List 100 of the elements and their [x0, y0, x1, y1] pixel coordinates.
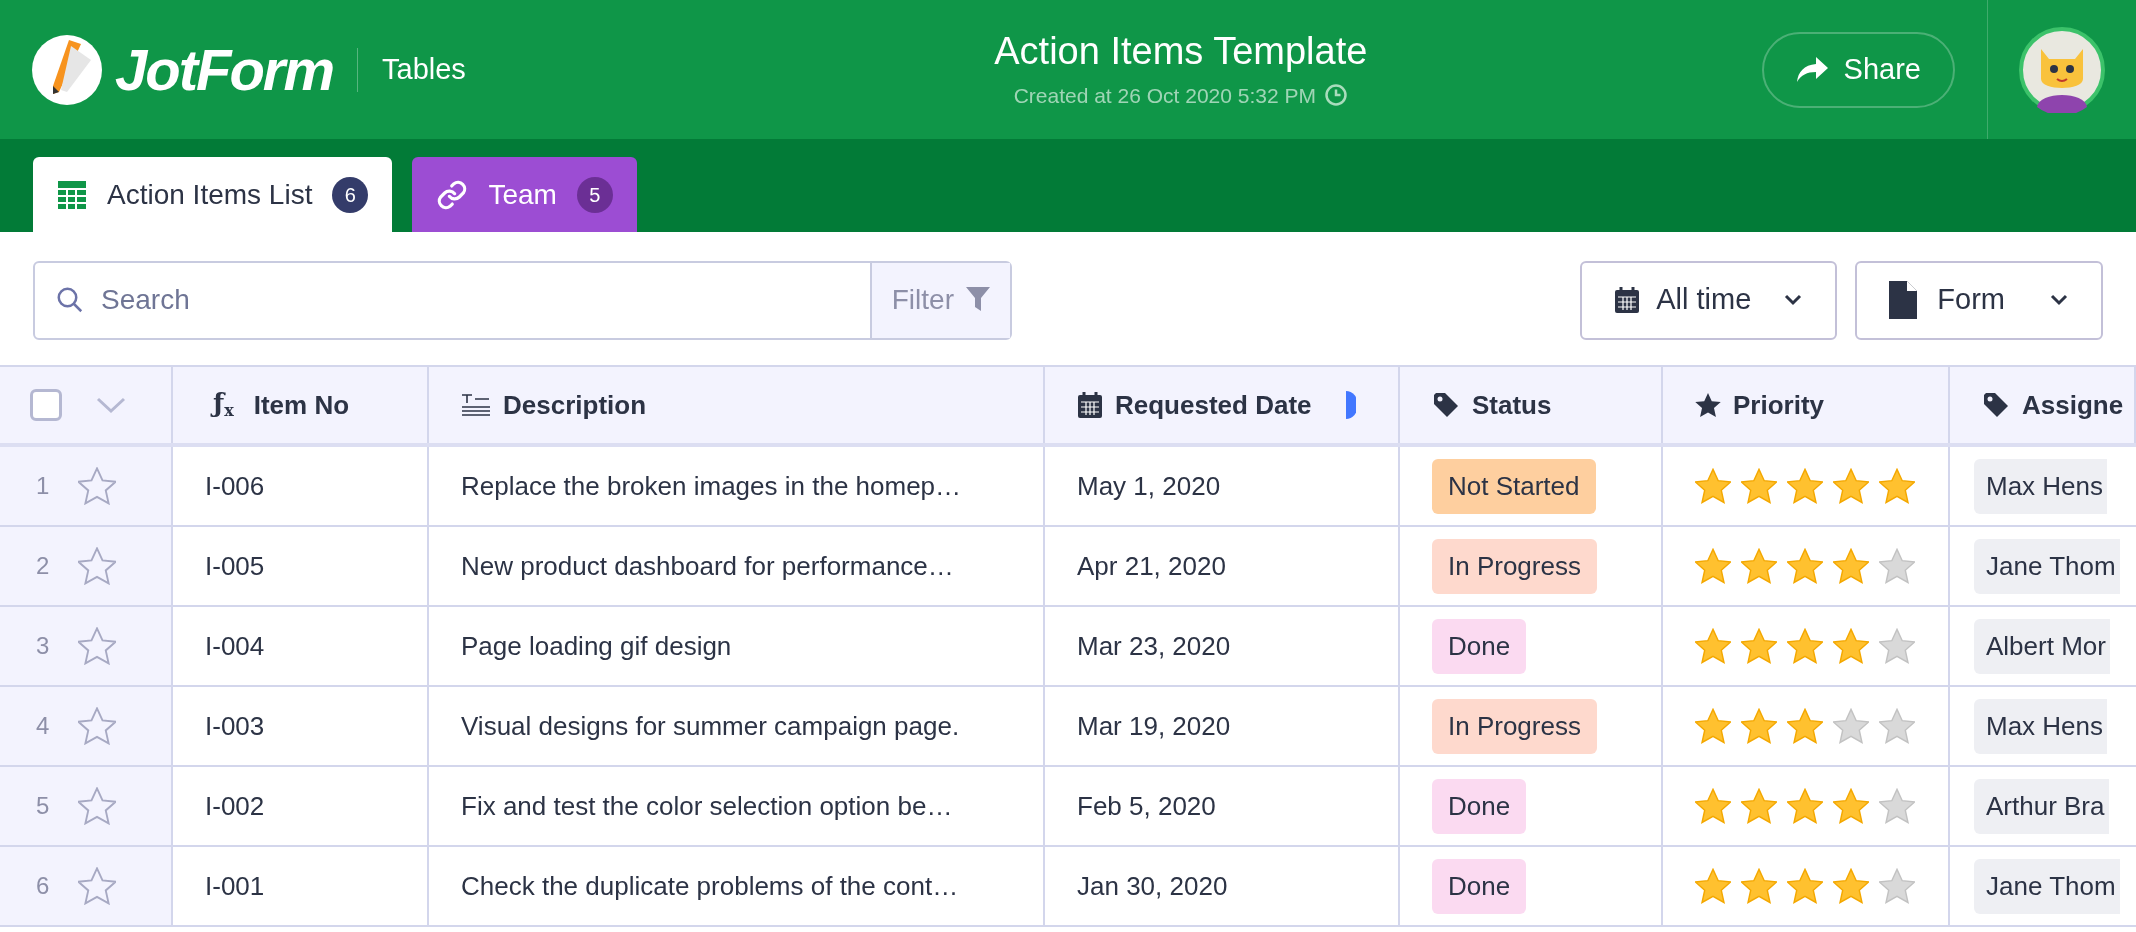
table-cell-text: Replace the broken images in the homep… [461, 469, 962, 503]
favorite-star-icon[interactable] [78, 867, 116, 905]
priority-rating[interactable] [1695, 468, 1915, 504]
table-cell-text: I-006 [205, 469, 265, 503]
formula-fx-icon: ƒ$_{x}$ [205, 384, 242, 426]
empty-star-icon [1879, 628, 1915, 664]
filled-star-icon [1879, 468, 1915, 504]
table-cell-text: New product dashboard for performance… [461, 549, 954, 583]
date-range-dropdown[interactable]: All time [1580, 260, 1838, 340]
filled-star-icon [1695, 628, 1731, 664]
assignee-tag: Jane Thom [1974, 858, 2120, 914]
star-icon [1695, 392, 1721, 418]
column-header[interactable]: Requested Date [1115, 385, 1312, 425]
column-header[interactable]: Status [1472, 385, 1552, 425]
filled-star-icon [1787, 468, 1823, 504]
table-cell-text: I-001 [205, 869, 265, 903]
row-number: 5 [36, 791, 51, 821]
filled-star-icon [1695, 708, 1731, 744]
status-tag: Done [1432, 618, 1527, 674]
logo-wordmark: JotForm [115, 40, 333, 99]
select-all-checkbox[interactable] [30, 389, 62, 421]
table-cell-text: Page loading gif design [461, 629, 732, 663]
table-cell-text: Check the duplicate problems of the cont… [461, 869, 959, 903]
filled-star-icon [1695, 788, 1731, 824]
filled-star-icon [1741, 868, 1777, 904]
filled-star-icon [1695, 548, 1731, 584]
table-cell-text: I-005 [205, 549, 265, 583]
table-cell-text: Mar 19, 2020 [1077, 709, 1231, 743]
text-lines-icon [461, 393, 491, 417]
column-header[interactable]: Priority [1733, 385, 1825, 425]
row-number: 2 [36, 551, 51, 581]
priority-rating[interactable] [1695, 628, 1915, 664]
share-arrow-icon [1795, 56, 1828, 83]
table-cell-text: Feb 5, 2020 [1077, 789, 1216, 823]
filled-star-icon [1741, 788, 1777, 824]
priority-rating[interactable] [1695, 788, 1915, 824]
empty-star-icon [1879, 548, 1915, 584]
status-tag: Done [1432, 858, 1527, 914]
favorite-star-icon[interactable] [78, 707, 116, 745]
table-cell-text: Jan 30, 2020 [1077, 869, 1228, 903]
priority-rating[interactable] [1695, 708, 1915, 744]
assignee-tag: Arthur Bra [1974, 778, 2109, 834]
view-dropdown[interactable]: Form [1855, 260, 2103, 340]
table-cell-text: Apr 21, 2020 [1077, 549, 1226, 583]
chevron-down-icon [2049, 293, 2069, 307]
filled-star-icon [1833, 628, 1869, 664]
row-number: 3 [36, 631, 51, 661]
chevron-down-icon[interactable] [94, 395, 128, 415]
share-button[interactable]: Share [1761, 31, 1955, 108]
document-icon [1889, 281, 1918, 319]
filled-star-icon [1787, 628, 1823, 664]
count-badge: 5 [576, 176, 613, 213]
filled-star-icon [1741, 708, 1777, 744]
column-header[interactable]: Item No [253, 385, 350, 425]
filled-star-icon [1741, 468, 1777, 504]
form-title: Action Items Template [994, 29, 1368, 74]
tab[interactable]: Action Items List 6 [33, 157, 393, 232]
filled-star-icon [1787, 868, 1823, 904]
resize-handle-icon[interactable] [1346, 391, 1356, 419]
assignee-tag: Albert Mor [1974, 618, 2110, 674]
row-number: 4 [36, 711, 51, 741]
empty-star-icon [1879, 708, 1915, 744]
filled-star-icon [1833, 548, 1869, 584]
status-tag: Done [1432, 778, 1527, 834]
assignee-tag: Max Hens [1974, 458, 2108, 514]
table-cell-text: I-002 [205, 789, 265, 823]
clock-icon [1324, 83, 1348, 108]
favorite-star-icon[interactable] [78, 467, 116, 505]
search-icon [55, 285, 85, 315]
table-cell-text: Visual designs for summer campaign page. [461, 709, 960, 743]
calendar-icon [1077, 391, 1103, 419]
favorite-star-icon[interactable] [78, 787, 116, 825]
status-tag: In Progress [1432, 538, 1597, 594]
tab[interactable]: Team 5 [412, 157, 637, 232]
chevron-down-icon [1783, 293, 1804, 307]
filled-star-icon [1741, 628, 1777, 664]
filled-star-icon [1833, 788, 1869, 824]
column-header[interactable]: Description [503, 385, 647, 425]
section-title: Tables [382, 51, 466, 87]
filled-star-icon [1787, 548, 1823, 584]
pencil-logo-icon [31, 33, 103, 106]
priority-rating[interactable] [1695, 548, 1915, 584]
filled-star-icon [1787, 708, 1823, 744]
filled-star-icon [1787, 788, 1823, 824]
calendar-icon [1614, 286, 1641, 314]
column-header[interactable]: Assigne [2022, 385, 2124, 425]
assignee-tag: Max Hens [1974, 698, 2108, 754]
table-cell-text: Fix and test the color selection option be… [461, 789, 953, 823]
favorite-star-icon[interactable] [78, 547, 116, 585]
priority-rating[interactable] [1695, 868, 1915, 904]
empty-star-icon [1879, 788, 1915, 824]
table-grid-icon [57, 179, 87, 210]
filled-star-icon [1695, 468, 1731, 504]
count-badge: 6 [332, 176, 369, 213]
favorite-star-icon[interactable] [78, 627, 116, 665]
tag-icon [1982, 391, 2010, 419]
filled-star-icon [1833, 868, 1869, 904]
row-number: 1 [36, 471, 51, 501]
assignee-tag: Jane Thom [1974, 538, 2120, 594]
empty-star-icon [1879, 868, 1915, 904]
